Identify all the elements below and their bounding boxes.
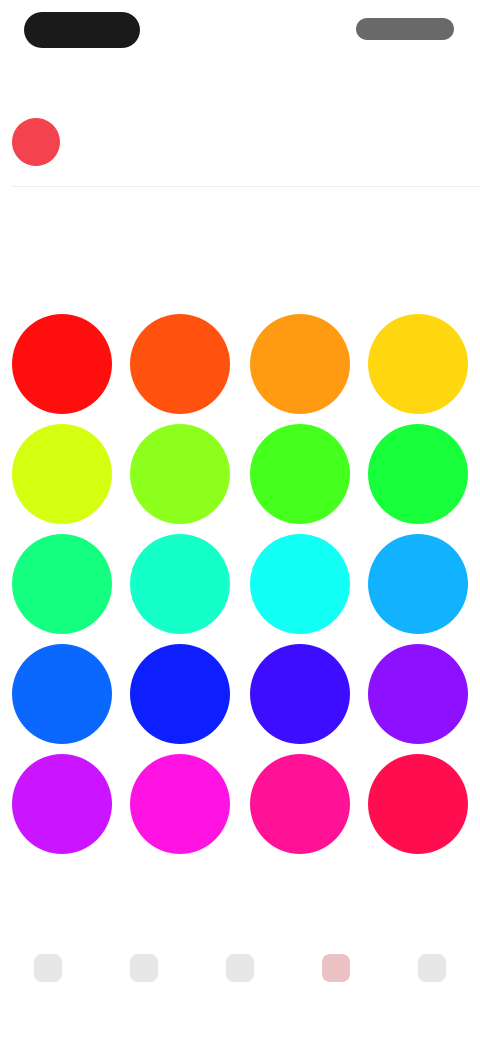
tab-item[interactable] xyxy=(96,934,192,1014)
palette-swatch[interactable] xyxy=(250,424,350,524)
selected-color-row[interactable] xyxy=(0,110,480,182)
palette-swatch[interactable] xyxy=(130,314,230,414)
tab-label xyxy=(96,988,192,1002)
palette-swatch[interactable] xyxy=(368,534,468,634)
palette-swatch[interactable] xyxy=(130,644,230,744)
palette-swatch[interactable] xyxy=(250,314,350,414)
tab-label xyxy=(288,988,384,1002)
palette-swatch[interactable] xyxy=(250,534,350,634)
tab-label xyxy=(192,988,288,1002)
palette-swatch[interactable] xyxy=(12,644,112,744)
palette-swatch[interactable] xyxy=(130,534,230,634)
tab-item[interactable] xyxy=(288,934,384,1014)
palette-swatch[interactable] xyxy=(12,534,112,634)
tab-label xyxy=(384,988,480,1002)
palette-grid xyxy=(0,296,480,876)
palette-swatch[interactable] xyxy=(368,644,468,744)
palette-swatch[interactable] xyxy=(250,644,350,744)
palette-swatch[interactable] xyxy=(12,424,112,524)
tab-item[interactable] xyxy=(192,934,288,1014)
tab-item[interactable] xyxy=(384,934,480,1014)
section-label xyxy=(14,230,150,250)
divider xyxy=(12,186,480,187)
header-title xyxy=(14,74,150,96)
selected-color-swatch[interactable] xyxy=(12,118,60,166)
palette-swatch[interactable] xyxy=(130,754,230,854)
palette-swatch[interactable] xyxy=(368,424,468,524)
bottom-caption xyxy=(14,892,254,910)
header xyxy=(0,64,480,108)
status-time-pill xyxy=(24,12,140,48)
grid-icon xyxy=(130,954,158,982)
tab-label xyxy=(0,988,96,1002)
palette-swatch[interactable] xyxy=(12,754,112,854)
selected-color-label xyxy=(78,134,198,150)
palette-swatch[interactable] xyxy=(368,314,468,414)
tab-bar xyxy=(0,920,480,1040)
palette-swatch[interactable] xyxy=(250,754,350,854)
header-action-button[interactable] xyxy=(410,74,466,96)
color-icon xyxy=(322,954,350,982)
palette-swatch[interactable] xyxy=(130,424,230,524)
palette-swatch[interactable] xyxy=(12,314,112,414)
caption-b xyxy=(84,892,254,906)
palette-icon xyxy=(34,954,62,982)
status-bar xyxy=(0,0,480,64)
screen xyxy=(0,0,480,1040)
settings-icon xyxy=(418,954,446,982)
status-indicators xyxy=(356,18,454,40)
tab-item[interactable] xyxy=(0,934,96,1014)
caption-a xyxy=(14,892,54,906)
palette-swatch[interactable] xyxy=(368,754,468,854)
image-icon xyxy=(226,954,254,982)
